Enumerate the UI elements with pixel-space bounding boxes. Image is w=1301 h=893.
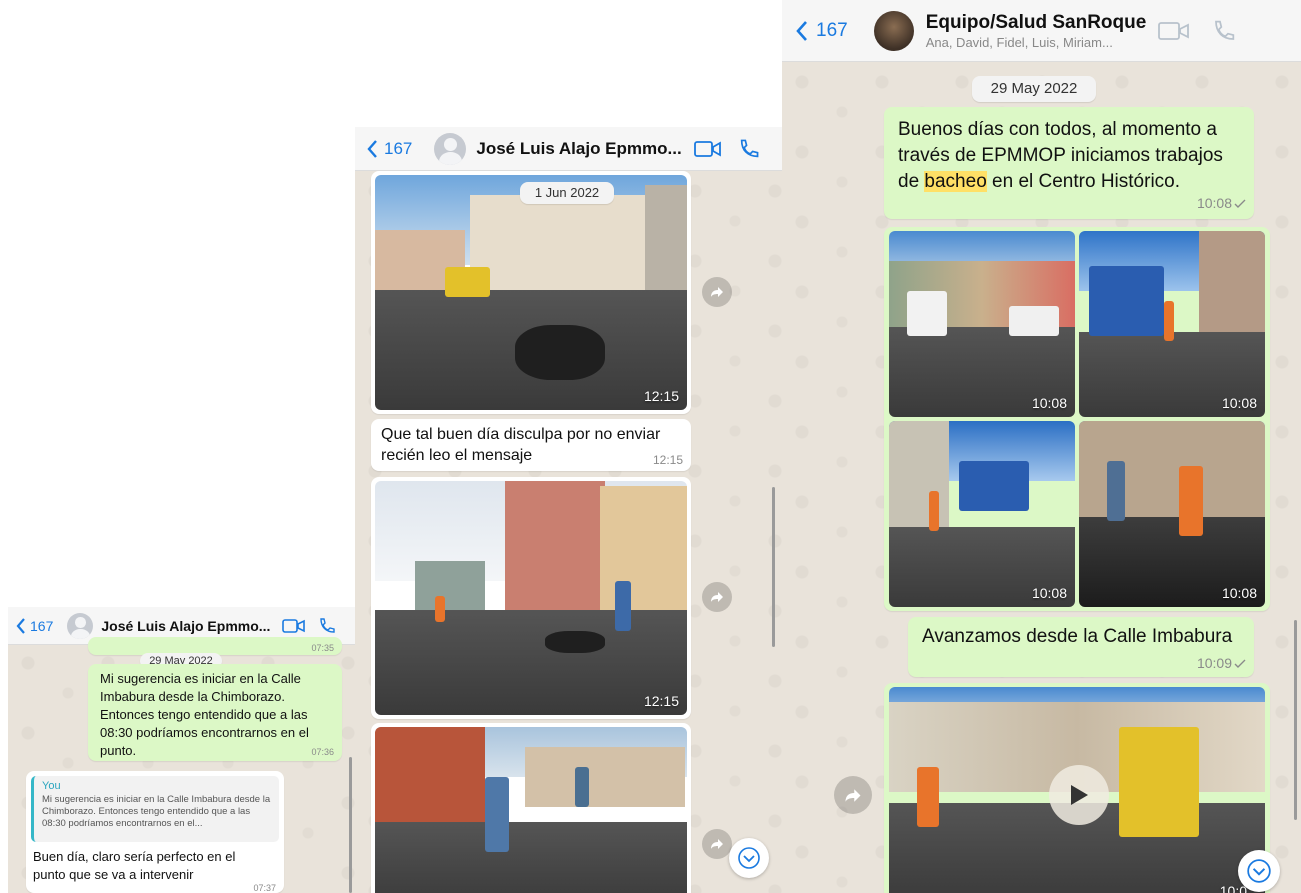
message-text: Mi sugerencia es iniciar en la Calle Imb…	[100, 671, 309, 758]
phone-icon[interactable]	[1212, 19, 1236, 43]
grid-photo[interactable]: 10:08	[889, 231, 1075, 417]
photo-message[interactable]: 12:15	[371, 477, 691, 719]
right-chat-panel: 167 Equipo/Salud SanRoque Ana, David, Fi…	[782, 0, 1301, 893]
message-time: 12:15	[652, 453, 683, 467]
message-time: 10:08	[1196, 195, 1232, 211]
forward-icon	[845, 788, 861, 802]
message-time: 07:35	[311, 643, 334, 653]
message-time: 07:36	[311, 747, 334, 757]
chat-header: 167 José Luis Alajo Epmmo...	[355, 127, 784, 171]
phone-icon[interactable]	[318, 617, 336, 635]
chat-title[interactable]: José Luis Alajo Epmmo...	[101, 618, 270, 634]
video-call-icon[interactable]	[693, 140, 722, 158]
message-text: Avanzamos desde la Calle Imbabura	[922, 626, 1233, 647]
back-button[interactable]: 167	[16, 618, 53, 634]
chevron-left-icon	[796, 20, 807, 41]
forward-button[interactable]	[702, 582, 732, 612]
message-text: Buenos días con todos, al momento a trav…	[898, 119, 1223, 192]
quoted-message[interactable]: You Mi sugerencia es iniciar en la Calle…	[31, 776, 279, 842]
play-button[interactable]	[1049, 765, 1109, 825]
back-button[interactable]: 167	[367, 139, 412, 159]
video-call-icon[interactable]	[282, 618, 306, 634]
street-photo[interactable]	[375, 727, 687, 893]
group-avatar[interactable]	[873, 10, 914, 51]
outgoing-message[interactable]: Mi sugerencia es iniciar en la Calle Imb…	[88, 664, 342, 761]
grid-photo[interactable]: 10:08	[889, 421, 1075, 607]
chevron-left-icon	[16, 617, 25, 634]
scroll-down-button[interactable]	[729, 838, 769, 878]
grid-photo[interactable]: 10:08	[1079, 231, 1265, 417]
phone-icon[interactable]	[738, 138, 760, 160]
back-count: 167	[816, 19, 848, 41]
forward-button[interactable]	[702, 829, 732, 859]
chevron-down-circle-icon	[738, 847, 760, 869]
photo-time: 10:08	[1031, 585, 1067, 601]
chat-title-block[interactable]: Equipo/Salud SanRoque Ana, David, Fidel,…	[925, 11, 1147, 50]
video-call-icon[interactable]	[1157, 21, 1190, 41]
photo-grid-message[interactable]: 10:08 10:08 10:08 10:08	[884, 227, 1270, 611]
date-pill: 29 May 2022	[972, 76, 1096, 102]
scrollbar[interactable]	[349, 757, 352, 893]
check-icon	[1234, 659, 1246, 668]
outgoing-message[interactable]: Buenos días con todos, al momento a trav…	[884, 107, 1254, 219]
check-icon	[1234, 199, 1246, 208]
chevron-left-icon	[367, 139, 377, 158]
photo-time: 10:08	[1221, 585, 1257, 601]
photo-time: 10:08	[1031, 395, 1067, 411]
chat-participants: Ana, David, Fidel, Luis, Miriam...	[925, 34, 1113, 50]
chat-title: Equipo/Salud SanRoque	[925, 11, 1147, 33]
quote-author: You	[42, 780, 61, 792]
chat-title[interactable]: José Luis Alajo Epmmo...	[476, 139, 681, 159]
forward-button[interactable]	[702, 277, 732, 307]
forward-button[interactable]	[834, 776, 872, 814]
message-text: Que tal buen día disculpa por no enviar …	[381, 426, 661, 464]
video-thumbnail[interactable]: 10:0	[889, 687, 1265, 893]
outgoing-message[interactable]: Avanzamos desde la Calle Imbabura 10:09	[908, 617, 1254, 677]
back-count: 167	[384, 138, 413, 158]
forward-icon	[711, 287, 723, 297]
street-photo[interactable]: 12:15	[375, 481, 687, 715]
scroll-down-button[interactable]	[1238, 850, 1280, 892]
message-time: 07:37	[253, 883, 276, 893]
chevron-down-circle-icon	[1247, 859, 1271, 883]
message-text: Buen día, claro sería perfecto en el pun…	[33, 849, 236, 882]
photo-time: 10:08	[1221, 395, 1257, 411]
street-photo[interactable]: 12:15	[375, 175, 687, 410]
grid-photo[interactable]: 10:08	[1079, 421, 1265, 607]
forward-icon	[711, 592, 723, 602]
incoming-message[interactable]: Que tal buen día disculpa por no enviar …	[371, 419, 691, 471]
chat-header: 167 Equipo/Salud SanRoque Ana, David, Fi…	[782, 0, 1301, 62]
photo-time: 12:15	[643, 693, 679, 709]
back-count: 167	[30, 617, 54, 634]
photo-message[interactable]	[371, 723, 691, 893]
avatar[interactable]	[67, 612, 94, 639]
scrollbar[interactable]	[772, 487, 775, 647]
video-message[interactable]: 10:0	[884, 683, 1270, 893]
play-icon	[1071, 785, 1088, 805]
middle-chat-panel: 167 José Luis Alajo Epmmo... 12:15 1 Jun…	[355, 127, 784, 893]
back-button[interactable]: 167	[796, 20, 848, 42]
avatar[interactable]	[434, 132, 467, 165]
date-pill: 1 Jun 2022	[520, 182, 614, 204]
message-time: 10:09	[1196, 655, 1232, 671]
forward-icon	[711, 839, 723, 849]
photo-time: 12:15	[643, 388, 679, 404]
search-highlight: bacheo	[924, 171, 987, 192]
quote-text: Mi sugerencia es iniciar en la Calle Imb…	[42, 794, 271, 829]
scrollbar[interactable]	[1294, 620, 1297, 820]
left-chat-panel: 167 José Luis Alajo Epmmo... 07:35 29 Ma…	[8, 607, 356, 893]
reply-message[interactable]: You Mi sugerencia es iniciar en la Calle…	[26, 771, 284, 893]
photo-message[interactable]: 12:15	[371, 171, 691, 414]
